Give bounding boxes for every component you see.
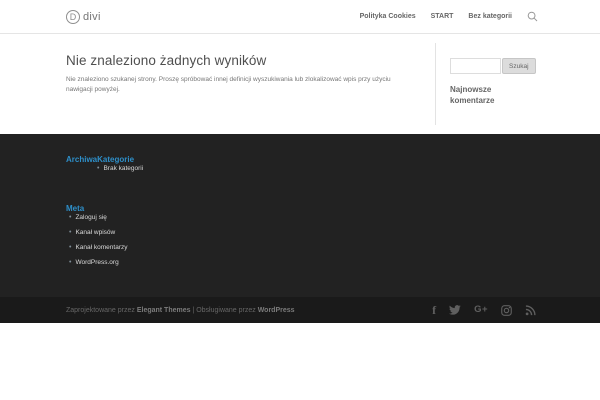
sidebar: Szukaj Najnowsze komentarze	[450, 58, 542, 107]
logo-text: divi	[83, 10, 101, 23]
footer-archives-categories-heading: ArchiwaKategorie	[66, 155, 600, 165]
credit-prefix: Zaprojektowane przez	[66, 306, 137, 314]
footer-meta-wordpress-link[interactable]: WordPress.org	[69, 259, 600, 267]
footer-meta-entries-feed-link[interactable]: Kanał wpisów	[69, 229, 600, 237]
twitter-icon[interactable]	[449, 305, 461, 315]
footer-meta-title: Meta	[66, 203, 85, 213]
sidebar-search-form: Szukaj	[450, 58, 542, 74]
footer-categories-list: Brak kategorii	[66, 165, 600, 173]
sidebar-divider	[435, 43, 436, 125]
footer-meta-login-link[interactable]: Zaloguj się	[69, 214, 600, 222]
page-title: Nie znaleziono żadnych wyników	[66, 53, 267, 68]
footer-meta-list: Zaloguj się Kanał wpisów Kanał komentarz…	[66, 214, 600, 267]
footer-widget-area: ArchiwaKategorie Brak kategorii Meta Zal…	[0, 134, 600, 297]
facebook-icon[interactable]: f	[432, 304, 436, 316]
site-header: D divi Polityka Cookies START Bez katego…	[0, 0, 600, 33]
footer-meta-comments-feed-link[interactable]: Kanał komentarzy	[69, 244, 600, 252]
footer-categories-title[interactable]: Kategorie	[97, 155, 134, 164]
credit-separator: | Obsługiwane przez	[190, 306, 258, 314]
recent-comments-title: Najnowsze komentarze	[450, 85, 495, 105]
footer-bottom-bar: Zaprojektowane przez Elegant Themes | Ob…	[0, 297, 600, 323]
main-column: Nie znaleziono żadnych wyników Nie znale…	[66, 53, 418, 95]
footer-meta-heading: Meta	[66, 204, 600, 214]
nav-item-bez-kategorii[interactable]: Bez kategorii	[468, 13, 512, 20]
not-found-description: Nie znaleziono szukanej strony. Proszę s…	[66, 76, 391, 94]
content-area: Nie znaleziono żadnych wyników Nie znale…	[0, 33, 600, 134]
sidebar-search-button[interactable]: Szukaj	[502, 58, 536, 74]
google-plus-icon[interactable]: G+	[474, 305, 488, 315]
nav-item-polityka-cookies[interactable]: Polityka Cookies	[360, 13, 416, 20]
rss-icon[interactable]	[525, 304, 536, 316]
social-links: f G+	[432, 304, 536, 316]
search-icon[interactable]	[527, 11, 538, 22]
site-logo[interactable]: D divi	[66, 9, 101, 24]
sidebar-search-input[interactable]	[450, 58, 501, 74]
main-nav: Polityka Cookies START Bez kategorii	[360, 11, 538, 22]
footer-category-item[interactable]: Brak kategorii	[97, 165, 600, 173]
logo-letter: D	[69, 11, 77, 22]
instagram-icon[interactable]	[501, 304, 512, 316]
nav-item-start[interactable]: START	[431, 13, 454, 20]
wordpress-link[interactable]: WordPress	[258, 307, 295, 314]
footer-credits: Zaprojektowane przez Elegant Themes | Ob…	[66, 307, 295, 314]
logo-d-icon: D	[66, 9, 80, 24]
elegant-themes-link[interactable]: Elegant Themes	[137, 307, 191, 314]
footer-archives-title[interactable]: Archiwa	[66, 155, 97, 164]
